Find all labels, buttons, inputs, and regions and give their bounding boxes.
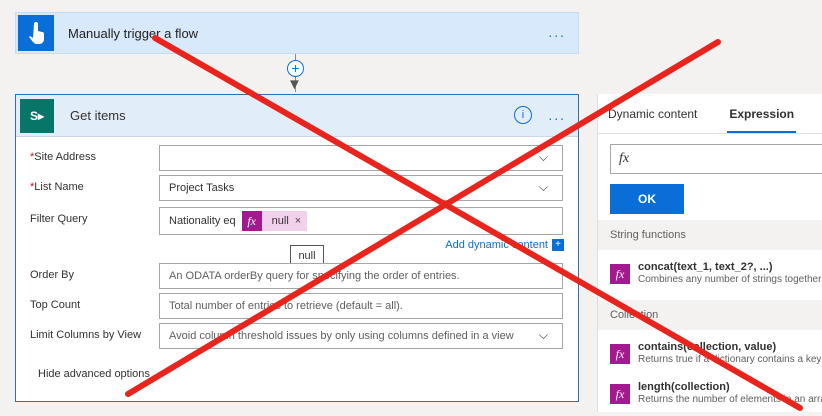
fx-icon: fx xyxy=(610,384,630,404)
action-title: Get items xyxy=(70,108,126,123)
filter-query-field[interactable]: Nationality eq fx null × xyxy=(159,207,563,235)
trigger-title: Manually trigger a flow xyxy=(68,25,199,41)
touch-icon xyxy=(18,15,54,51)
expression-token[interactable]: fx null × xyxy=(241,211,308,231)
sharepoint-icon: S ▸ xyxy=(20,98,54,133)
fx-icon: fx xyxy=(610,264,630,284)
limit-columns-label: Limit Columns by View xyxy=(30,329,142,341)
action-more-button[interactable]: ... xyxy=(548,107,566,123)
top-count-input[interactable]: Total number of entries to retrieve (def… xyxy=(159,293,563,319)
fx-icon: fx xyxy=(241,211,262,231)
hide-advanced-options-link[interactable]: Hide advanced options xyxy=(38,368,150,380)
function-item[interactable]: fx length(collection) Returns the number… xyxy=(598,378,822,416)
insert-step-button[interactable]: + xyxy=(287,60,304,77)
expression-input[interactable]: fx xyxy=(610,144,822,174)
order-by-input[interactable]: An ODATA orderBy query for specifying th… xyxy=(159,263,563,289)
remove-token-icon[interactable]: × xyxy=(295,215,307,227)
function-item[interactable]: fx contains(collection, value) Returns t… xyxy=(598,338,822,376)
arrow-down-icon: ▼ xyxy=(287,76,302,93)
section-header: String functions xyxy=(598,220,822,250)
dynamic-content-panel: Dynamic content Expression fx OK String … xyxy=(597,94,822,412)
trigger-more-button[interactable]: ... xyxy=(548,24,566,40)
limit-columns-dropdown[interactable]: Avoid column threshold issues by only us… xyxy=(159,323,563,349)
filter-query-label: Filter Query xyxy=(30,213,88,225)
tab-dynamic-content[interactable]: Dynamic content xyxy=(600,107,705,121)
list-name-label: *List Name xyxy=(30,181,84,193)
function-item[interactable]: fx concat(text_1, text_2?, ...) Combines… xyxy=(598,258,822,296)
get-items-card: S ▸ Get items i ... *Site Address ⌵ *List… xyxy=(15,94,579,402)
add-dynamic-content-link[interactable]: Add dynamic content + xyxy=(445,239,564,251)
site-address-field[interactable]: ⌵ xyxy=(159,145,563,171)
info-icon[interactable]: i xyxy=(514,106,532,124)
tab-expression[interactable]: Expression xyxy=(721,107,802,133)
panel-tabs: Dynamic content Expression xyxy=(598,94,822,134)
get-items-header[interactable]: S ▸ Get items i ... xyxy=(16,95,578,137)
site-address-label: *Site Address xyxy=(30,151,97,163)
section-header: Collection xyxy=(598,300,822,330)
chevron-down-icon[interactable]: ⌵ xyxy=(539,328,548,343)
add-icon: + xyxy=(552,239,564,251)
fx-icon: fx xyxy=(610,344,630,364)
top-count-label: Top Count xyxy=(30,299,81,311)
list-name-dropdown[interactable]: Project Tasks ⌵ xyxy=(159,175,563,201)
order-by-label: Order By xyxy=(30,269,75,281)
chevron-down-icon[interactable]: ⌵ xyxy=(539,180,548,195)
trigger-card[interactable]: Manually trigger a flow ... xyxy=(15,12,579,54)
chevron-down-icon[interactable]: ⌵ xyxy=(539,150,548,165)
ok-button[interactable]: OK xyxy=(610,184,684,214)
